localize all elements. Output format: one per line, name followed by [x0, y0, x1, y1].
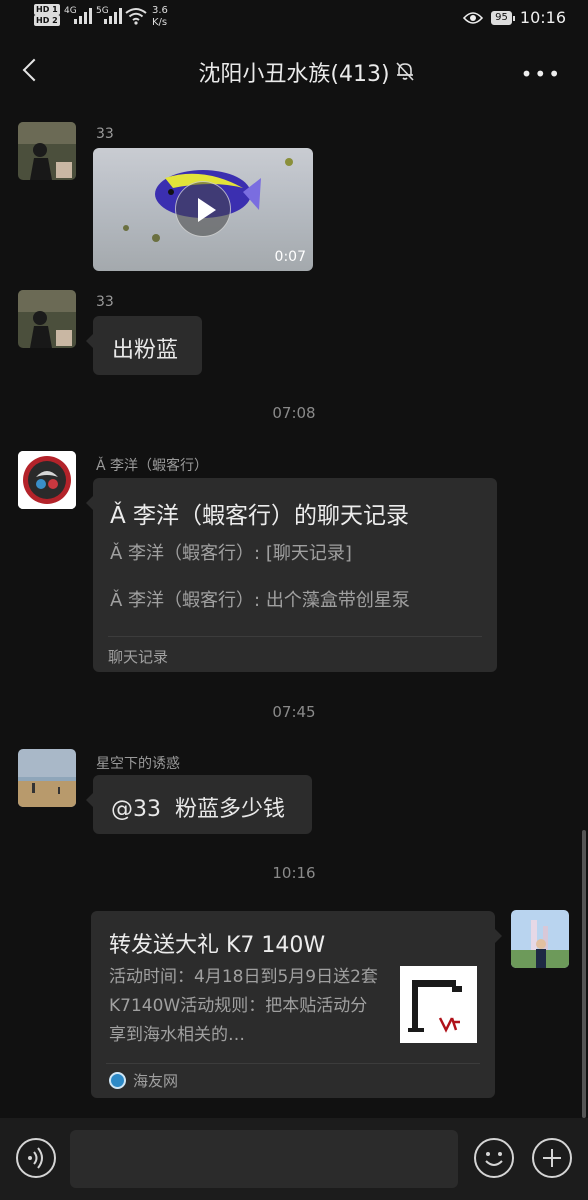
time-divider: 07:08	[272, 404, 316, 422]
avatar-image	[18, 749, 76, 807]
avatar[interactable]	[18, 290, 76, 348]
link-description: 活动时间：4月18日到5月9日送2套K7140W活动规则：把本贴活动分享到海水相…	[109, 967, 378, 1045]
source-app-icon	[109, 1072, 126, 1089]
signal-1-icon	[74, 8, 92, 24]
time-divider: 07:45	[272, 703, 316, 721]
sender-name: 33	[96, 294, 114, 310]
link-source: 海友网	[109, 1070, 178, 1091]
voice-wave-glyph	[28, 1147, 43, 1169]
avatar[interactable]	[18, 122, 76, 180]
time-divider: 10:16	[272, 864, 316, 882]
text-message-bubble[interactable]: 出粉蓝	[86, 316, 202, 375]
smile-glyph	[485, 1152, 503, 1166]
chat-record-footer: 聊天记录	[108, 648, 169, 666]
avatar-image	[18, 290, 76, 348]
sender-name: Ǎ 李洋（蝦客行）	[96, 458, 209, 474]
net-speed: 3.6 K/s	[152, 5, 168, 29]
wifi-icon	[125, 8, 147, 25]
video-duration: 0:07	[274, 249, 306, 265]
play-icon[interactable]	[175, 181, 231, 237]
product-image	[400, 966, 477, 1043]
text-message-bubble[interactable]: @33 粉蓝多少钱	[86, 775, 312, 834]
sim2-label: HD 2	[34, 15, 60, 26]
mute-bell-icon	[396, 62, 414, 81]
avatar-image	[511, 910, 569, 968]
message-text: 出粉蓝	[112, 338, 179, 363]
sender-name: 星空下的诱惑	[96, 756, 180, 772]
message-input[interactable]	[70, 1130, 458, 1188]
chat-record-line: Ǎ 李洋（蝦客行）: 出个藻盒带创星泵	[110, 590, 410, 611]
chat-title[interactable]: 沈阳小丑水族(413)	[0, 56, 588, 88]
net-speed-unit: K/s	[152, 17, 168, 28]
avatar[interactable]	[18, 749, 76, 807]
self-avatar[interactable]	[511, 910, 569, 968]
chat-record-line: Ǎ 李洋（蝦客行）: [聊天记录]	[110, 543, 352, 564]
title-bar: 沈阳小丑水族(413) •••	[0, 40, 588, 104]
link-title: 转发送大礼 K7 140W	[109, 933, 326, 958]
chat-record-card[interactable]: Ǎ 李洋（蝦客行）的聊天记录 Ǎ 李洋（蝦客行）: [聊天记录] Ǎ 李洋…	[86, 478, 497, 672]
sender-name: 33	[96, 126, 114, 142]
sim-indicators: HD 1 HD 2	[34, 4, 62, 26]
message-text: @33 粉蓝多少钱	[111, 797, 285, 822]
video-message[interactable]: 0:07	[93, 148, 313, 271]
avatar[interactable]	[18, 451, 76, 509]
more-icon[interactable]: •••	[521, 62, 562, 86]
divider	[106, 1063, 480, 1064]
input-bar	[0, 1118, 588, 1200]
status-right: 95 10:16	[463, 8, 566, 27]
status-bar: HD 1 HD 2 4G 5G 3.6 K/s 95 10:16	[0, 0, 588, 38]
clock: 10:16	[519, 8, 566, 27]
link-source-name: 海友网	[133, 1072, 179, 1090]
avatar-image	[18, 122, 76, 180]
battery-icon: 95	[491, 10, 515, 25]
divider	[108, 636, 482, 637]
sim1-label: HD 1	[34, 4, 60, 15]
link-card[interactable]: 转发送大礼 K7 140W 活动时间：4月18日到5月9日送2套K7140W活动…	[91, 911, 502, 1098]
eye-icon	[463, 11, 484, 24]
emoji-icon[interactable]	[474, 1138, 514, 1178]
scrollbar[interactable]	[582, 830, 586, 1118]
avatar-image	[18, 451, 76, 509]
voice-icon[interactable]	[16, 1138, 56, 1178]
plus-icon[interactable]	[532, 1138, 572, 1178]
signal-2-icon	[104, 8, 122, 24]
chat-record-title: Ǎ 李洋（蝦客行）的聊天记录	[110, 503, 410, 529]
net-speed-value: 3.6	[152, 5, 168, 16]
link-thumbnail	[400, 966, 477, 1043]
